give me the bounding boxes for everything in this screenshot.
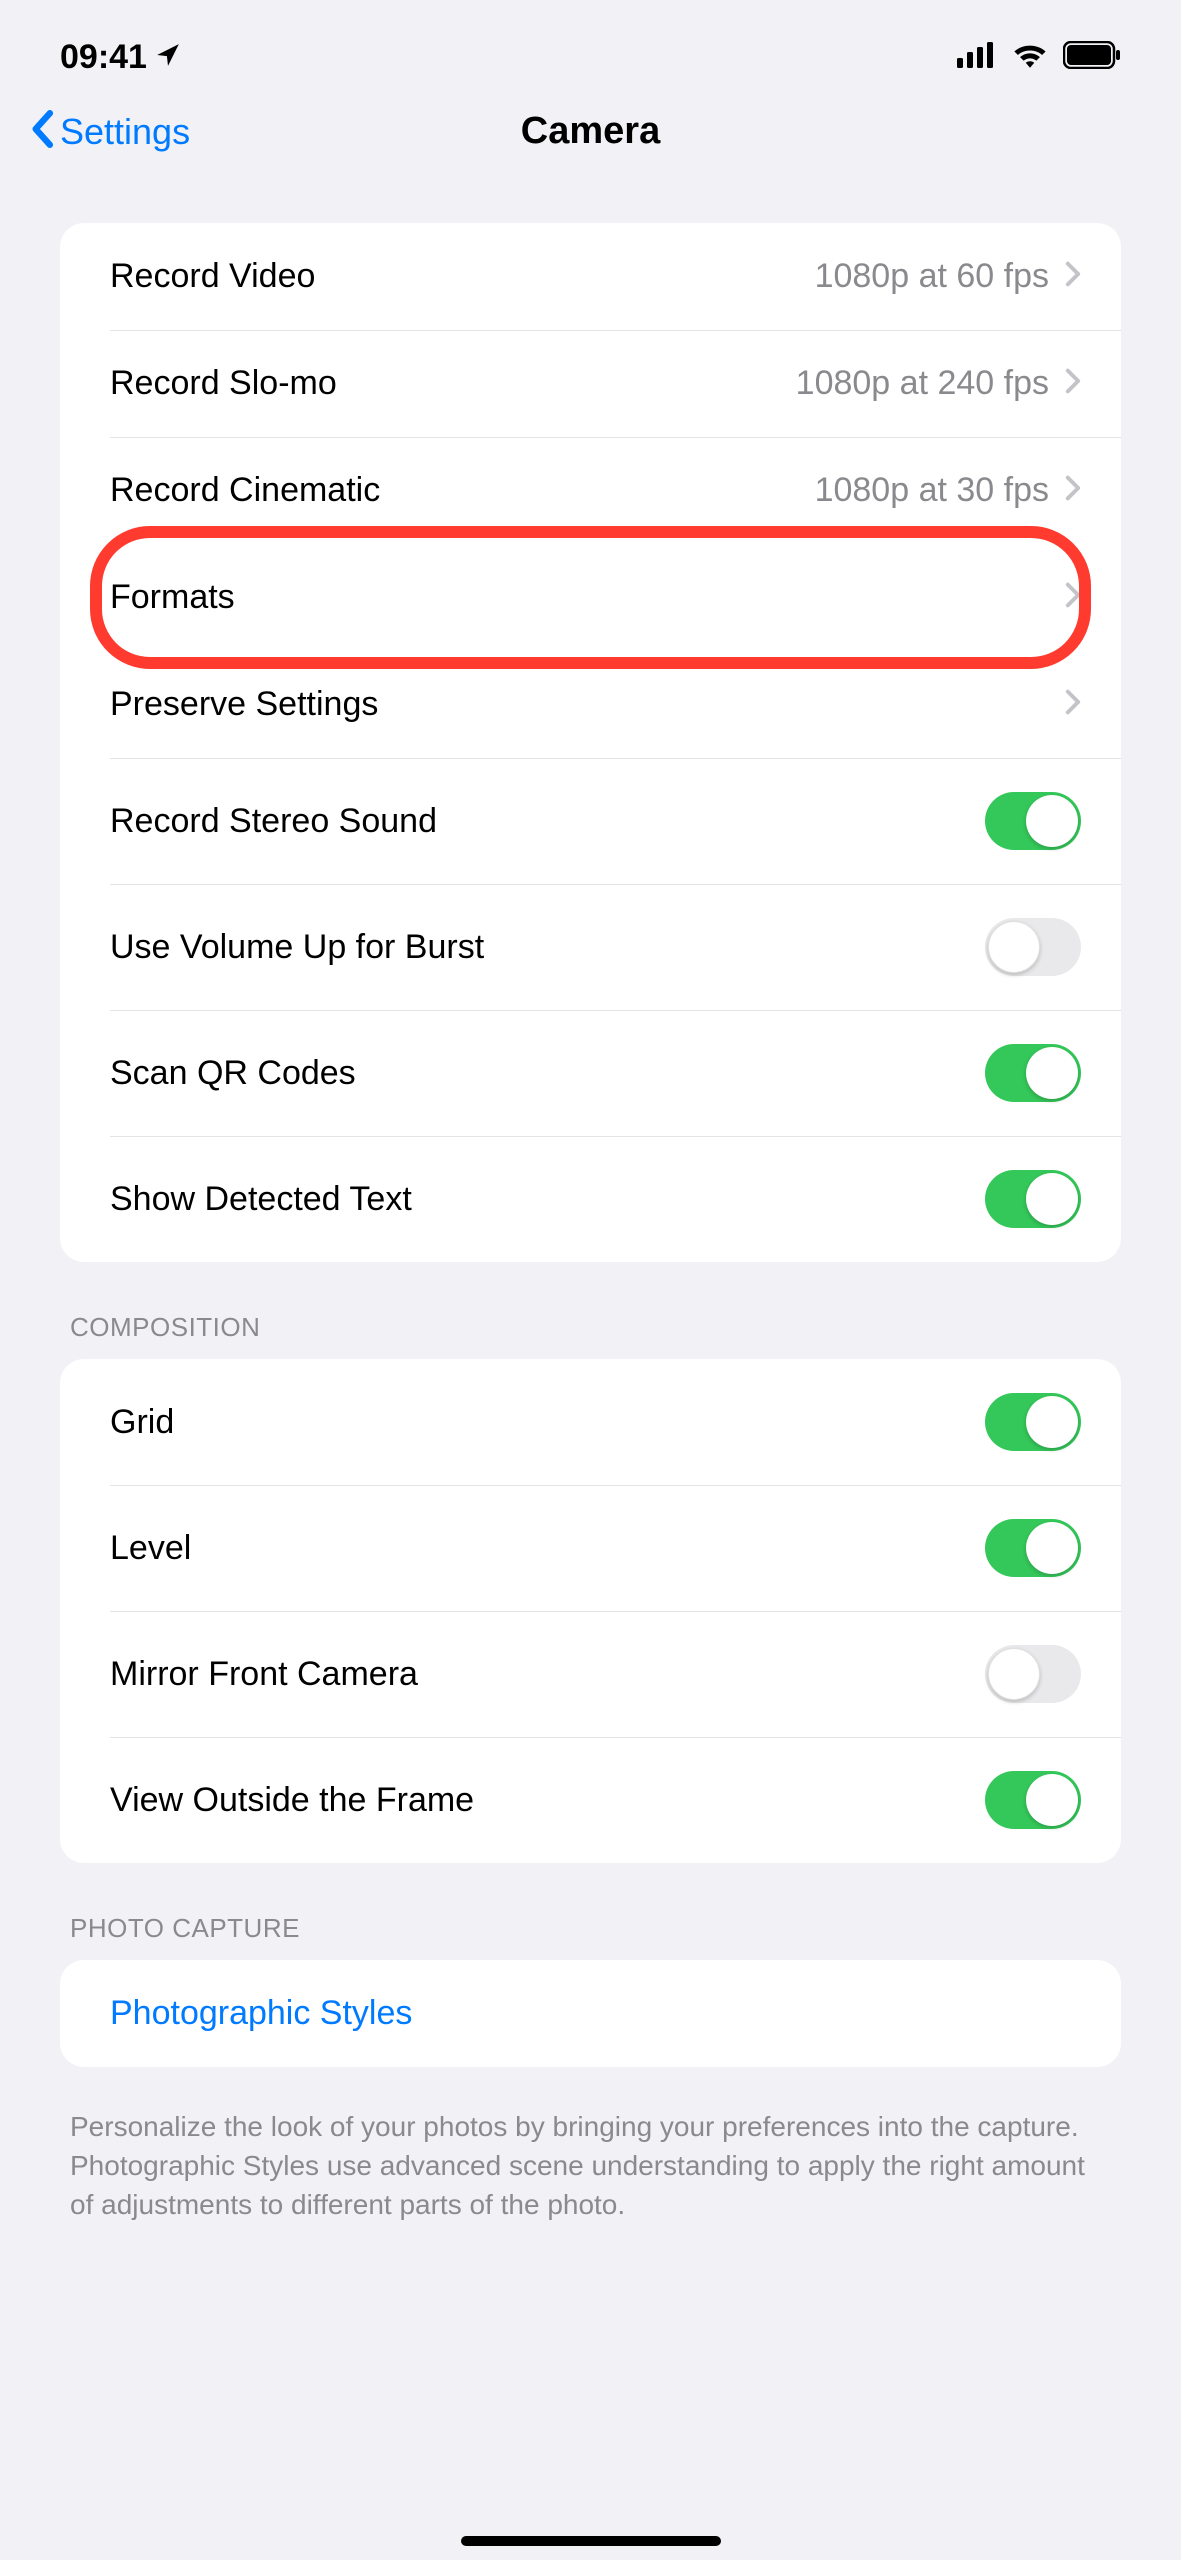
row-record-slomo[interactable]: Record Slo-mo 1080p at 240 fps: [60, 330, 1121, 437]
row-label: Level: [110, 1529, 191, 1568]
row-label: Show Detected Text: [110, 1180, 412, 1219]
row-label: Photographic Styles: [110, 1994, 412, 2033]
section-header-composition: COMPOSITION: [70, 1312, 1121, 1343]
row-record-video[interactable]: Record Video 1080p at 60 fps: [60, 223, 1121, 330]
row-label: Use Volume Up for Burst: [110, 928, 484, 967]
grid-toggle[interactable]: [985, 1393, 1081, 1451]
nav-bar: Settings Camera: [0, 100, 1181, 183]
row-label: View Outside the Frame: [110, 1781, 474, 1820]
level-toggle[interactable]: [985, 1519, 1081, 1577]
status-time: 09:41: [60, 38, 147, 77]
row-level: Level: [60, 1485, 1121, 1611]
detected-text-toggle[interactable]: [985, 1170, 1081, 1228]
stereo-sound-toggle[interactable]: [985, 792, 1081, 850]
row-label: Record Stereo Sound: [110, 802, 437, 841]
row-label: Mirror Front Camera: [110, 1655, 418, 1694]
row-scan-qr: Scan QR Codes: [60, 1010, 1121, 1136]
settings-group-main: Record Video 1080p at 60 fps Record Slo-…: [60, 223, 1121, 1262]
back-button[interactable]: Settings: [30, 110, 521, 153]
row-label: Record Slo-mo: [110, 364, 337, 403]
row-label: Grid: [110, 1403, 174, 1442]
row-label: Scan QR Codes: [110, 1054, 356, 1093]
row-label: Preserve Settings: [110, 685, 378, 724]
scan-qr-toggle[interactable]: [985, 1044, 1081, 1102]
status-time-wrap: 09:41: [60, 38, 181, 77]
location-arrow-icon: [155, 38, 181, 77]
row-outside-frame: View Outside the Frame: [60, 1737, 1121, 1863]
photo-capture-footer: Personalize the look of your photos by b…: [70, 2107, 1111, 2225]
settings-group-photo-capture: Photographic Styles: [60, 1960, 1121, 2067]
row-detected-text: Show Detected Text: [60, 1136, 1121, 1262]
chevron-right-icon: [1065, 471, 1081, 510]
row-label: Record Cinematic: [110, 471, 380, 510]
row-value: 1080p at 30 fps: [815, 471, 1049, 510]
status-bar: 09:41: [0, 0, 1181, 100]
row-mirror-front: Mirror Front Camera: [60, 1611, 1121, 1737]
chevron-right-icon: [1065, 685, 1081, 724]
row-label: Formats: [110, 578, 235, 617]
chevron-left-icon: [30, 110, 54, 153]
back-label: Settings: [60, 111, 190, 153]
volume-burst-toggle[interactable]: [985, 918, 1081, 976]
row-preserve-settings[interactable]: Preserve Settings: [60, 651, 1121, 758]
wifi-icon: [1013, 42, 1047, 73]
row-grid: Grid: [60, 1359, 1121, 1485]
mirror-front-toggle[interactable]: [985, 1645, 1081, 1703]
chevron-right-icon: [1065, 578, 1081, 617]
row-photographic-styles[interactable]: Photographic Styles: [60, 1960, 1121, 2067]
section-header-photo-capture: PHOTO CAPTURE: [70, 1913, 1121, 1944]
row-label: Record Video: [110, 257, 315, 296]
row-record-cinematic[interactable]: Record Cinematic 1080p at 30 fps: [60, 437, 1121, 544]
chevron-right-icon: [1065, 257, 1081, 296]
settings-group-composition: Grid Level Mirror Front Camera View Outs…: [60, 1359, 1121, 1863]
outside-frame-toggle[interactable]: [985, 1771, 1081, 1829]
row-value: 1080p at 240 fps: [796, 364, 1049, 403]
battery-icon: [1063, 41, 1121, 74]
row-value: 1080p at 60 fps: [815, 257, 1049, 296]
home-indicator[interactable]: [461, 2536, 721, 2546]
row-volume-burst: Use Volume Up for Burst: [60, 884, 1121, 1010]
row-stereo-sound: Record Stereo Sound: [60, 758, 1121, 884]
row-formats[interactable]: Formats: [60, 544, 1121, 651]
page-title: Camera: [521, 110, 660, 153]
status-right: [957, 41, 1121, 74]
chevron-right-icon: [1065, 364, 1081, 403]
cellular-signal-icon: [957, 42, 997, 73]
